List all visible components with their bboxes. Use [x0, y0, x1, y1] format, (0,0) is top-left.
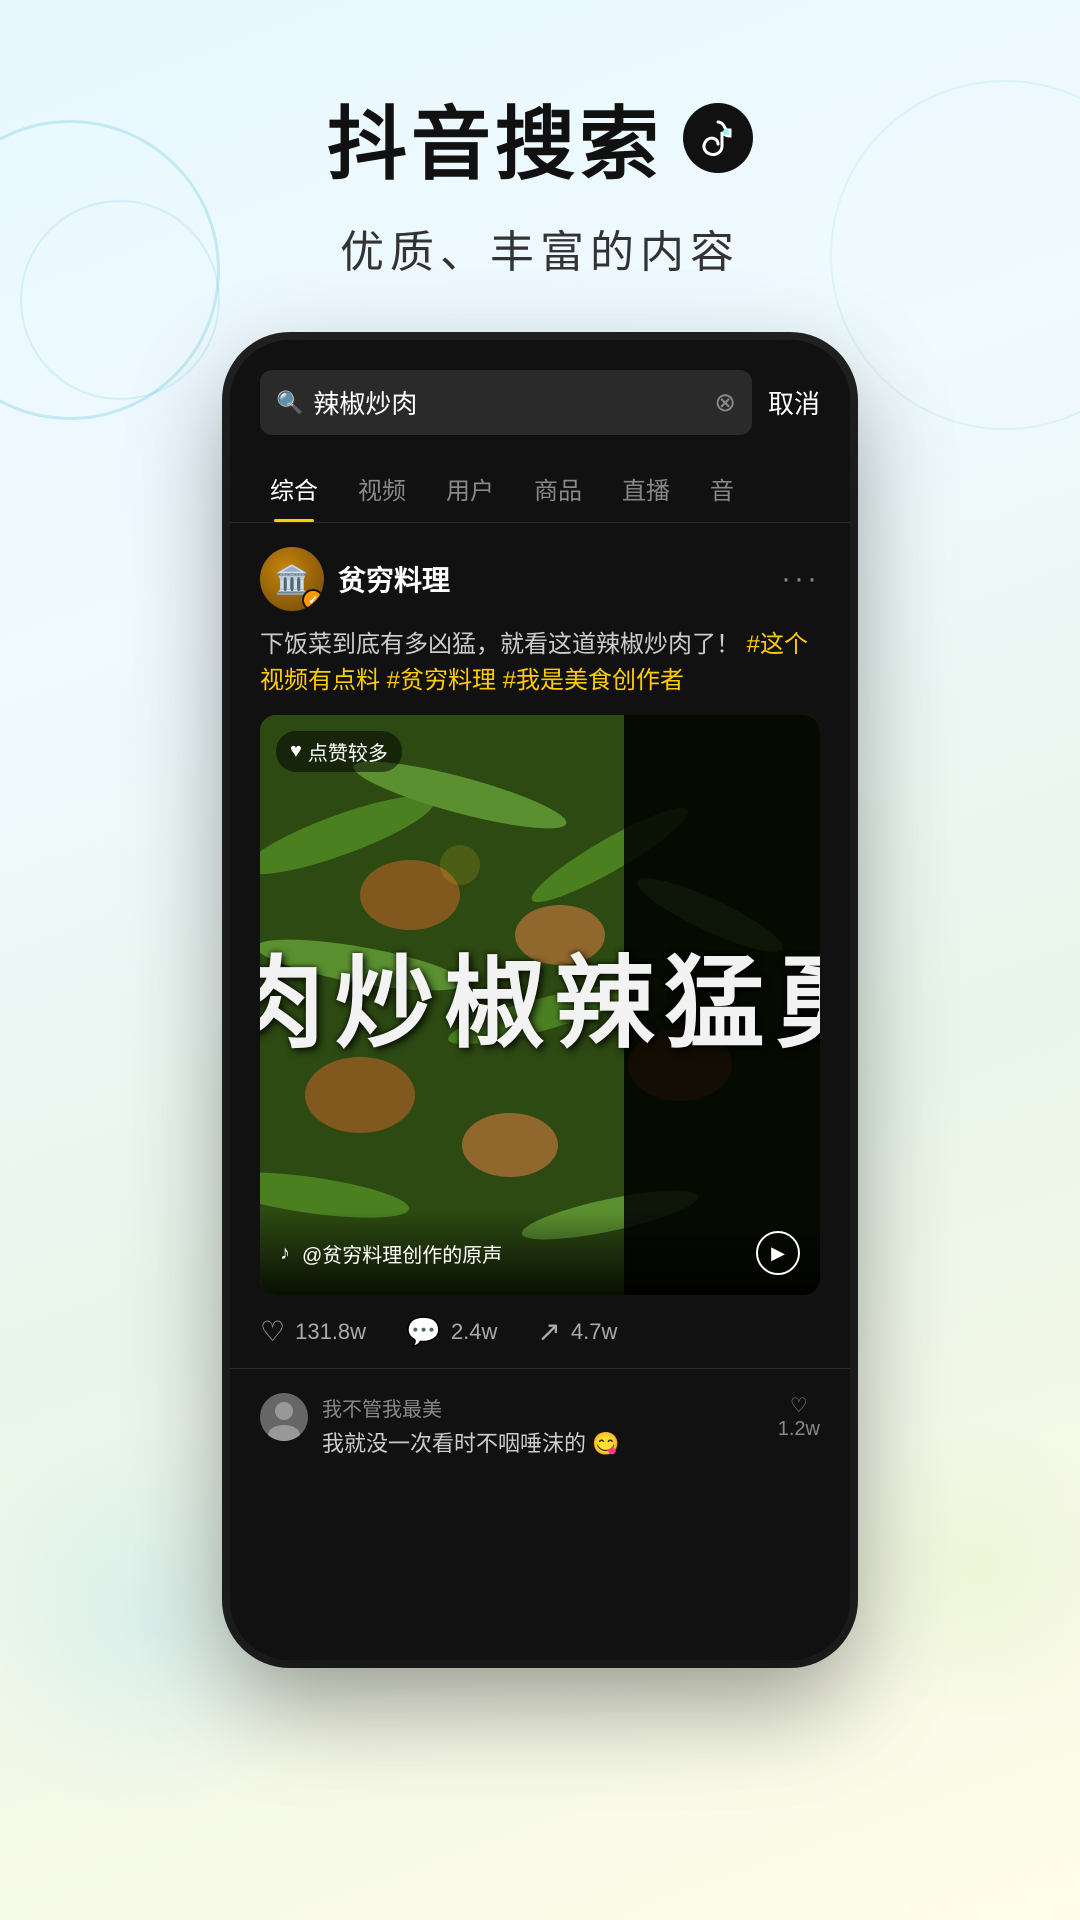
hashtag-2[interactable]: #贫穷料理: [387, 667, 503, 694]
commenter-avatar: [260, 1393, 308, 1441]
comment-row-1: 我不管我最美 我就没一次看时不咽唾沫的 😋 ♡ 1.2w: [260, 1393, 820, 1458]
commenter-name: 我不管我最美: [322, 1393, 764, 1422]
tab-comprehensive[interactable]: 综合: [250, 455, 338, 522]
comments-preview: 我不管我最美 我就没一次看时不咽唾沫的 😋 ♡ 1.2w: [230, 1368, 850, 1478]
phone-screen: 🔍 辣椒炒肉 ⊗ 取消 综合 视频 用户 商品: [230, 340, 850, 1660]
content-area: 🏛️ ✓ 贫穷料理 ··· 下饭菜到底有多凶猛，就看这道辣椒炒肉了！ #这个视频…: [230, 523, 850, 1660]
search-input-wrapper[interactable]: 🔍 辣椒炒肉 ⊗: [260, 370, 752, 435]
page-title: 抖音搜索: [327, 80, 663, 196]
tiktok-logo: [683, 103, 753, 173]
clear-search-button[interactable]: ⊗: [714, 387, 736, 418]
music-credit: @贫穷料理创作的原声: [302, 1239, 744, 1268]
search-icon: 🔍: [276, 390, 303, 416]
video-text-overlay: 勇猛辣椒炒肉: [260, 715, 820, 1295]
comment-icon: 💬: [406, 1315, 441, 1348]
comment-likes-count: 1.2w: [778, 1418, 820, 1441]
tab-user[interactable]: 用户: [426, 455, 514, 522]
shares-count: 4.7w: [571, 1319, 617, 1345]
more-options-button[interactable]: ···: [781, 562, 820, 596]
tab-audio[interactable]: 音: [690, 455, 754, 522]
tab-product[interactable]: 商品: [514, 455, 602, 522]
tiktok-music-icon: ♪: [280, 1242, 290, 1265]
video-calligraphy-text: 勇猛辣椒炒肉: [260, 950, 820, 1060]
search-query: 辣椒炒肉: [313, 384, 704, 421]
interaction-bar: ♡ 131.8w 💬 2.4w ↗ 4.7w: [230, 1295, 850, 1368]
tab-video[interactable]: 视频: [338, 455, 426, 522]
creator-info: 🏛️ ✓ 贫穷料理: [260, 547, 450, 611]
verified-check-icon: ✓: [308, 593, 318, 607]
likes-badge-text: 点赞较多: [308, 737, 388, 766]
likes-count: 131.8w: [295, 1319, 366, 1345]
video-container[interactable]: ♥ 点赞较多 勇猛辣椒炒肉 ♪ @贫穷料理创作的原声 ▶: [260, 715, 820, 1295]
comments-interaction[interactable]: 💬 2.4w: [406, 1315, 497, 1348]
hashtag-3[interactable]: #我是美食创作者: [503, 667, 684, 694]
creator-card: 🏛️ ✓ 贫穷料理 ···: [230, 523, 850, 627]
main-title-wrapper: 抖音搜索: [0, 80, 1080, 196]
creator-name[interactable]: 贫穷料理: [338, 559, 450, 599]
subtitle: 优质、丰富的内容: [0, 216, 1080, 280]
post-text-area: 下饭菜到底有多凶猛，就看这道辣椒炒肉了！ #这个视频有点料 #贫穷料理 #我是美…: [230, 627, 850, 715]
video-likes-badge: ♥ 点赞较多: [276, 731, 402, 772]
likes-interaction[interactable]: ♡ 131.8w: [260, 1315, 366, 1348]
verified-badge: ✓: [302, 589, 324, 611]
search-bar-container: 🔍 辣椒炒肉 ⊗ 取消: [230, 340, 850, 455]
post-main-text: 下饭菜到底有多凶猛，就看这道辣椒炒肉了！: [260, 631, 740, 658]
video-bottom-bar: ♪ @贫穷料理创作的原声 ▶: [260, 1211, 820, 1295]
comments-count: 2.4w: [451, 1319, 497, 1345]
heart-icon: ♡: [260, 1315, 285, 1348]
heart-small-icon: ♥: [290, 740, 302, 763]
phone-mockup: 🔍 辣椒炒肉 ⊗ 取消 综合 视频 用户 商品: [230, 340, 850, 1660]
comment-text-1: 我就没一次看时不咽唾沫的 😋: [322, 1426, 764, 1458]
shares-interaction[interactable]: ↗ 4.7w: [537, 1315, 617, 1348]
play-button[interactable]: ▶: [756, 1231, 800, 1275]
comment-heart-icon: ♡: [790, 1393, 808, 1418]
phone-wrapper: 🔍 辣椒炒肉 ⊗ 取消 综合 视频 用户 商品: [0, 340, 1080, 1660]
share-icon: ↗: [537, 1315, 560, 1348]
comment-likes-1: ♡ 1.2w: [778, 1393, 820, 1441]
creator-avatar: 🏛️ ✓: [260, 547, 324, 611]
tab-live[interactable]: 直播: [602, 455, 690, 522]
header-section: 抖音搜索 优质、丰富的内容: [0, 0, 1080, 280]
tabs-container: 综合 视频 用户 商品 直播 音: [230, 455, 850, 523]
comment-content-1: 我不管我最美 我就没一次看时不咽唾沫的 😋: [322, 1393, 764, 1458]
cancel-button[interactable]: 取消: [768, 384, 820, 421]
